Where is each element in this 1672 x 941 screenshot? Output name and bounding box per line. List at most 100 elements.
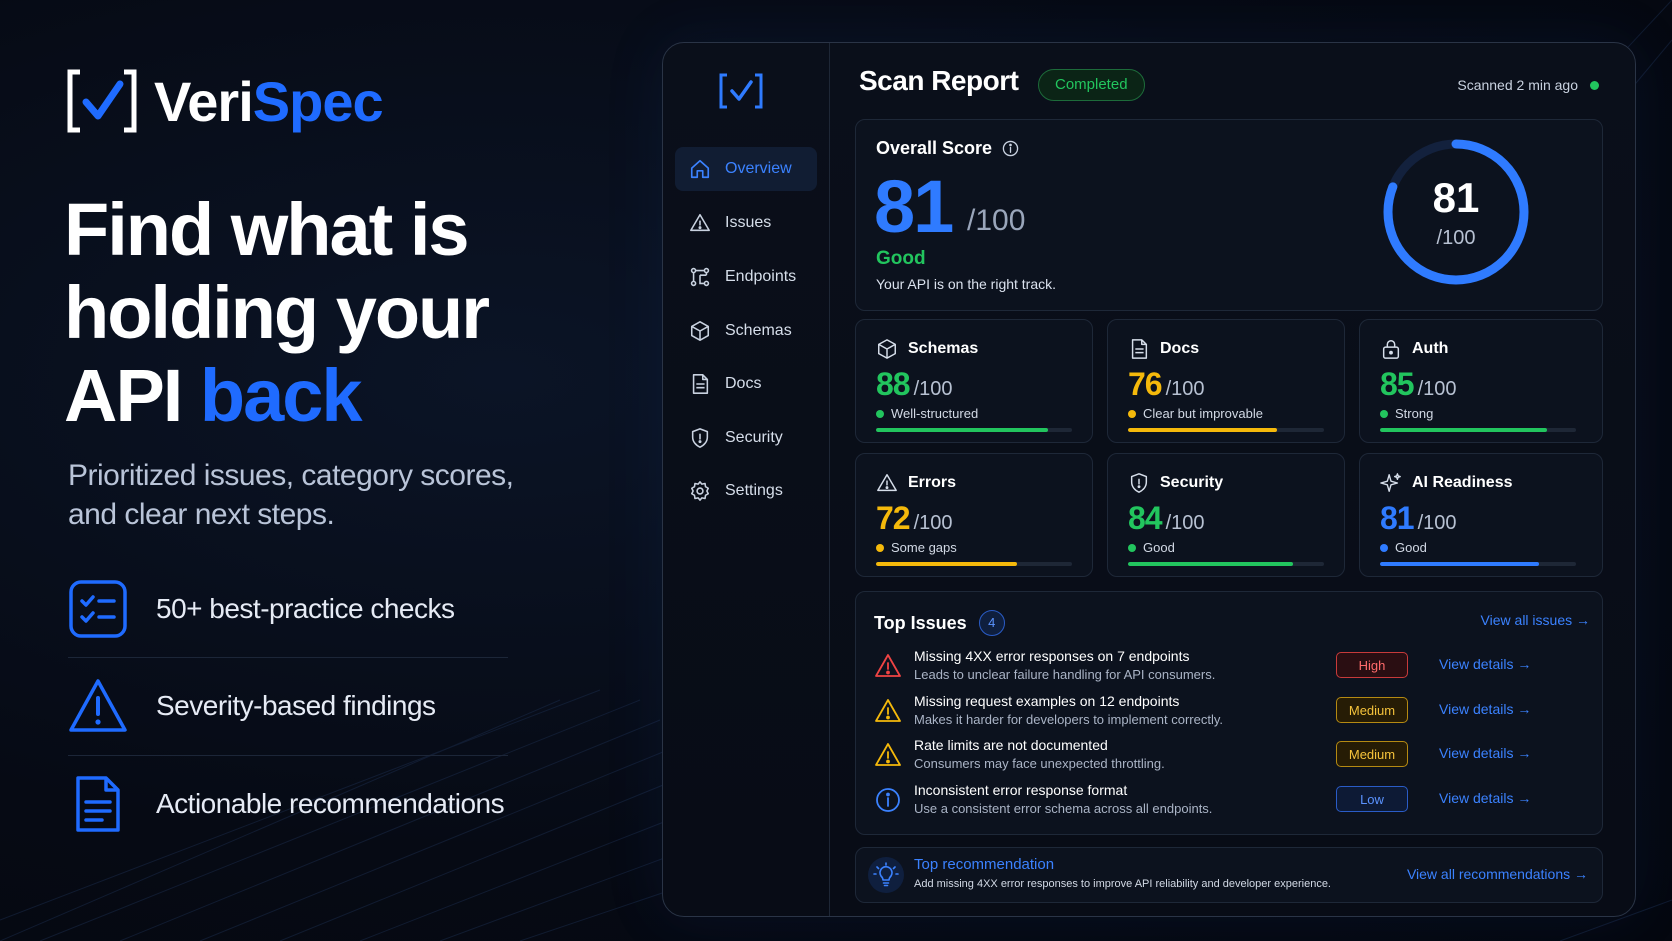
sidebar-item-issues[interactable]: Issues (675, 201, 817, 245)
sidebar-item-schemas[interactable]: Schemas (675, 309, 817, 353)
endpoints-icon (690, 267, 710, 287)
checklist-icon (69, 580, 127, 638)
progress-bar (1128, 562, 1324, 566)
overall-rating: Good (876, 248, 926, 269)
lock-icon (1382, 340, 1400, 359)
category-card-docs[interactable]: Docs 76/100 Clear but improvable (1107, 319, 1345, 443)
progress-fill (1128, 428, 1277, 432)
view-all-recommendations-link[interactable]: View all recommendations → (1407, 866, 1588, 882)
progress-bar (876, 428, 1072, 432)
view-all-issues-link[interactable]: View all issues → (1481, 612, 1590, 628)
category-card-ai-readiness[interactable]: AI Readiness 81/100 Good (1359, 453, 1603, 577)
sidebar-item-endpoints[interactable]: Endpoints (675, 255, 817, 299)
view-details-link[interactable]: View details → (1439, 701, 1531, 717)
sidebar-item-settings[interactable]: Settings (675, 469, 817, 513)
status-dot (1590, 80, 1599, 90)
progress-fill (876, 562, 1018, 566)
view-details-link[interactable]: View details → (1439, 745, 1531, 761)
issue-title: Rate limits are not documented (914, 737, 1108, 753)
hero-subline: Prioritized issues, category scores, and … (68, 459, 514, 531)
category-score: 81/100 (1380, 500, 1457, 536)
sidebar-item-security[interactable]: Security (675, 416, 817, 460)
cube-icon (690, 321, 710, 341)
feature-recommendations: Actionable recommendations (68, 755, 508, 853)
issue-title: Inconsistent error response format (914, 782, 1128, 798)
severity-badge: Medium (1336, 741, 1408, 767)
issue-title: Missing request examples on 12 endpoints (914, 693, 1180, 709)
lightbulb-icon (873, 862, 899, 887)
status-dot (1380, 543, 1388, 552)
progress-fill (1380, 428, 1547, 432)
score-gauge: 81 /100 (1383, 139, 1529, 285)
issue-row[interactable]: Inconsistent error response format Use a… (874, 780, 1586, 824)
top-recommendation-card: Top recommendation Add missing 4XX error… (855, 847, 1603, 903)
overall-score-card: Overall Score 81 /100 Good Your API is o… (855, 119, 1603, 311)
warning-icon (877, 474, 897, 492)
issue-row[interactable]: Missing request examples on 12 endpoints… (874, 691, 1586, 735)
category-card-errors[interactable]: Errors 72/100 Some gaps (855, 453, 1093, 577)
status-dot (1380, 409, 1388, 418)
info-icon[interactable] (1002, 140, 1019, 157)
gauge-max: /100 (1437, 227, 1476, 249)
bracket-check-icon (67, 69, 137, 133)
brand-name: VeriSpec (154, 69, 384, 133)
scan-time: Scanned 2 min ago (1457, 77, 1599, 93)
overall-description: Your API is on the right track. (876, 276, 1057, 292)
category-score: 84/100 (1128, 500, 1205, 536)
issue-description: Makes it harder for developers to implem… (914, 712, 1223, 727)
feature-severity: Severity-based findings (68, 657, 508, 755)
alert-triangle-icon (875, 654, 901, 677)
document-icon (76, 776, 120, 832)
warning-icon (69, 679, 127, 732)
category-card-schemas[interactable]: Schemas 88/100 Well-structured (855, 319, 1093, 443)
category-score: 85/100 (1380, 366, 1457, 402)
hero-headline: Find what is holding your API back (64, 188, 490, 437)
home-icon (690, 159, 710, 179)
bulb-icon-wrap (868, 857, 904, 893)
issue-description: Use a consistent error schema across all… (914, 801, 1213, 816)
feature-label: Severity-based findings (156, 690, 436, 721)
issue-row[interactable]: Missing 4XX error responses on 7 endpoin… (874, 646, 1586, 690)
category-score: 72/100 (876, 500, 953, 536)
recommendation-title: Top recommendation (914, 856, 1055, 873)
top-issues-title: Top Issues 4 (874, 610, 1005, 636)
feature-label: 50+ best-practice checks (156, 593, 455, 624)
status-dot (876, 409, 884, 418)
category-card-security[interactable]: Security 84/100 Good (1107, 453, 1345, 577)
sidebar-item-docs[interactable]: Docs (675, 362, 817, 406)
app-logo-icon (719, 73, 763, 109)
sparkle-icon (1380, 473, 1401, 492)
progress-fill (1380, 562, 1539, 566)
info-circle-icon (876, 788, 900, 812)
document-icon (692, 374, 709, 394)
category-card-auth[interactable]: Auth 85/100 Strong (1359, 319, 1603, 443)
category-score: 76/100 (1128, 366, 1205, 402)
view-details-link[interactable]: View details → (1439, 790, 1531, 806)
top-issues-card: Top Issues 4 View all issues → Missing 4X… (855, 591, 1603, 835)
document-icon (1131, 339, 1148, 359)
sidebar-item-overview[interactable]: Overview (675, 147, 817, 191)
progress-bar (1380, 428, 1576, 432)
gauge-score: 81 (1433, 174, 1480, 221)
progress-fill (876, 428, 1049, 432)
page-title: Scan Report (859, 65, 1019, 96)
overall-score-value: 81 (874, 165, 954, 248)
alert-triangle-icon (875, 743, 901, 766)
warning-icon (690, 213, 710, 232)
sidebar: Overview Issues Endpoints Schemas Docs S… (663, 43, 830, 916)
status-badge: Completed (1038, 69, 1145, 101)
brand-logo: VeriSpec (66, 68, 384, 134)
issue-description: Leads to unclear failure handling for AP… (914, 667, 1216, 682)
issue-row[interactable]: Rate limits are not documented Consumers… (874, 735, 1586, 779)
overall-score-label: Overall Score (876, 138, 1019, 159)
issue-title: Missing 4XX error responses on 7 endpoin… (914, 648, 1190, 664)
recommendation-description: Add missing 4XX error responses to impro… (914, 878, 1331, 890)
cube-icon (878, 339, 896, 359)
category-score: 88/100 (876, 366, 953, 402)
alert-triangle-icon (875, 699, 901, 722)
severity-badge: Low (1336, 786, 1408, 812)
issue-count-badge: 4 (978, 610, 1005, 636)
view-details-link[interactable]: View details → (1439, 656, 1531, 672)
status-dot (1128, 409, 1136, 418)
progress-fill (1128, 562, 1293, 566)
